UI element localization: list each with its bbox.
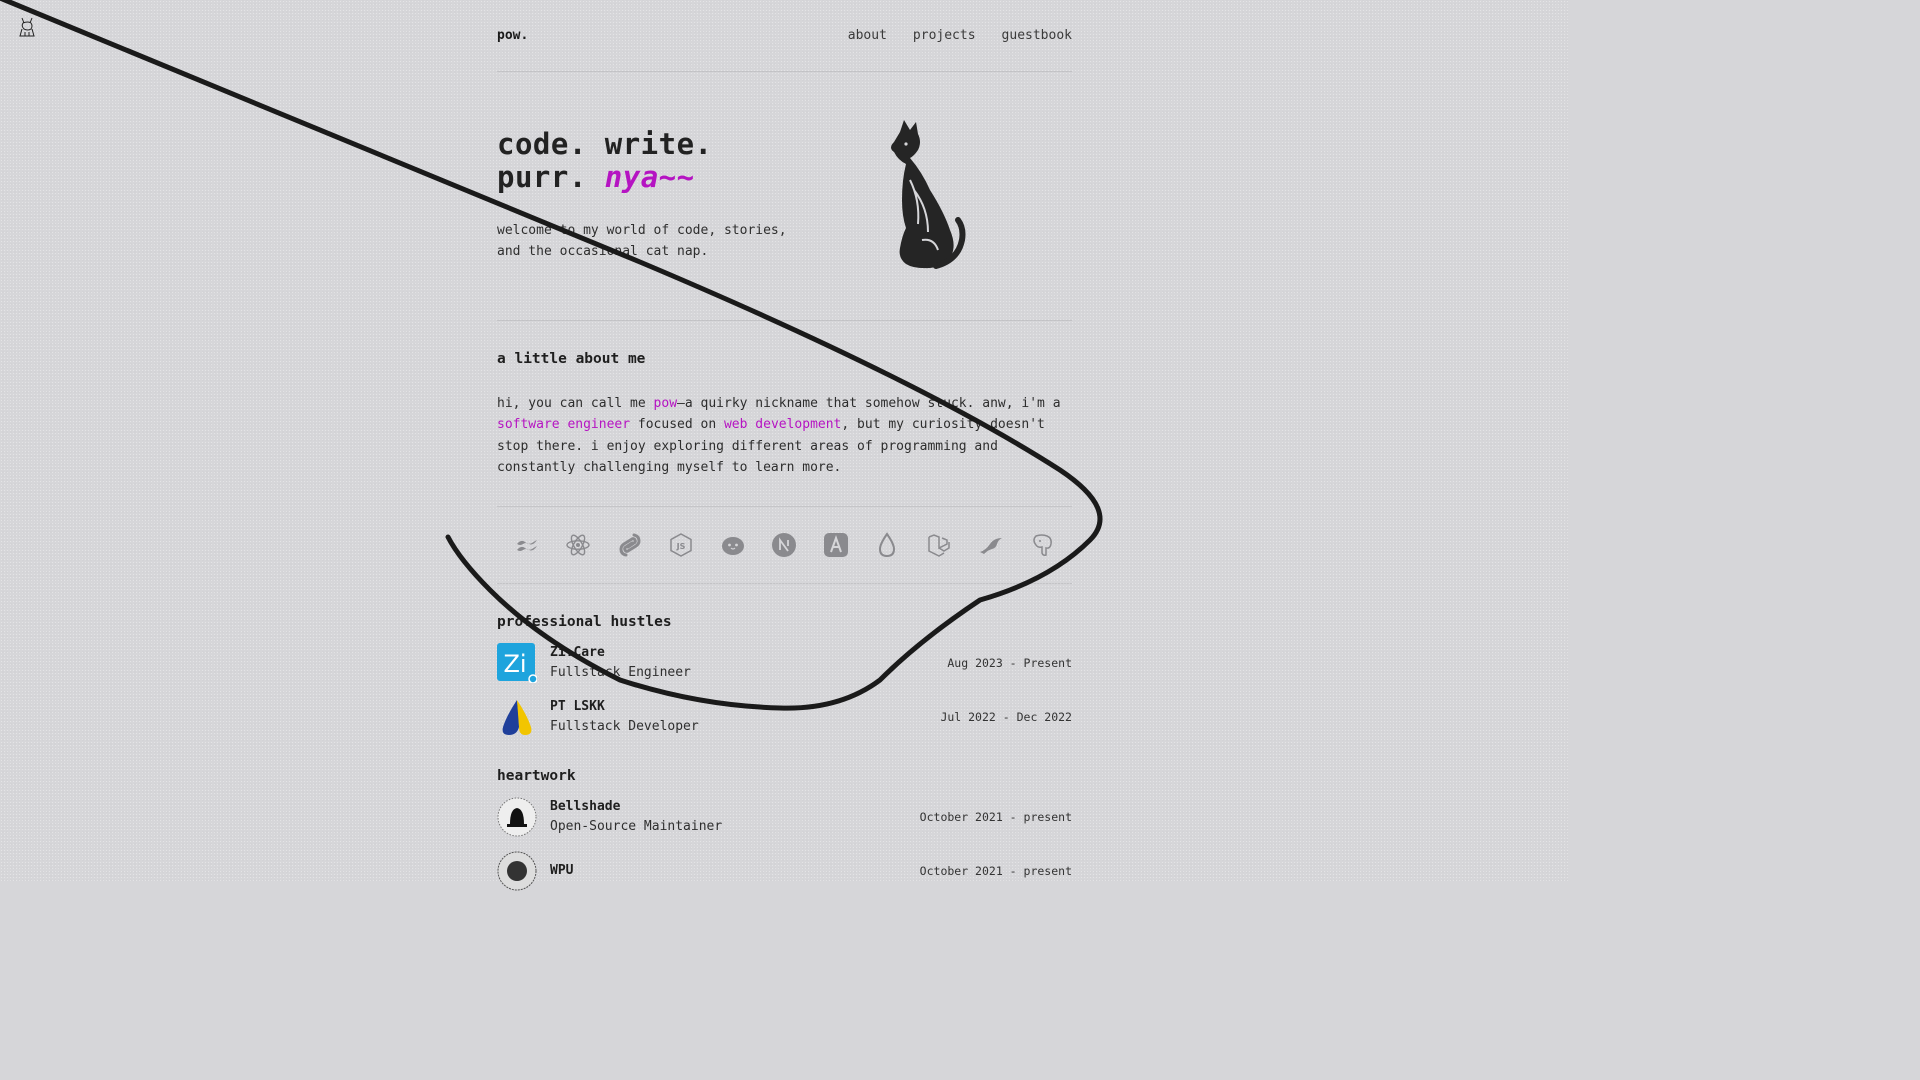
entry-date: October 2021 - present	[919, 864, 1072, 879]
about-heading: a little about me	[497, 351, 646, 367]
postgresql-icon	[1028, 531, 1056, 559]
bun-icon	[719, 531, 747, 559]
drizzle-icon	[873, 531, 901, 559]
entry-date: October 2021 - present	[919, 810, 1072, 825]
entry-date: Jul 2022 - Dec 2022	[940, 710, 1072, 725]
svelte-icon	[616, 531, 644, 559]
nextjs-icon	[770, 531, 798, 559]
entry-role: Open-Source Maintainer	[550, 819, 723, 835]
hero-title: code. write. purr. nya~~	[497, 128, 713, 194]
tech-stack-row: JS	[497, 506, 1072, 585]
cat-outline-icon	[19, 17, 35, 37]
top-nav: pow. about projects guestbook	[497, 0, 1072, 72]
entry-meta: WPU	[550, 861, 573, 881]
laravel-icon	[925, 531, 953, 559]
about-highlight-web-development: web development	[723, 417, 842, 433]
entry-role: Fullstack Engineer	[550, 665, 691, 681]
about-text-2: —a quirky nickname that somehow stuck. a…	[677, 396, 1061, 411]
nav-link-projects[interactable]: projects	[913, 28, 976, 43]
hero-section: code. write. purr. nya~~ welcome to my w…	[497, 72, 1072, 321]
entry-role: Fullstack Developer	[550, 719, 699, 735]
nav-link-guestbook[interactable]: guestbook	[1002, 28, 1072, 43]
wpu-logo	[497, 851, 537, 891]
entry-meta: PT LSKK Fullstack Developer	[550, 697, 699, 737]
about-text-3: focused on	[630, 417, 724, 433]
about-section: a little about me hi, you can call me po…	[497, 351, 1072, 478]
mariadb-icon	[977, 531, 1005, 559]
entry-meta: Zi.Care Fullstack Engineer	[550, 643, 691, 683]
entry-date: Aug 2023 - Present	[947, 656, 1072, 671]
svg-text:JS: JS	[676, 542, 686, 551]
entry-name: Bellshade	[550, 799, 621, 815]
list-item[interactable]: PT LSKK Fullstack Developer Jul 2022 - D…	[497, 690, 1072, 744]
entry-name: WPU	[550, 863, 574, 879]
hero-subtitle: welcome to my world of code, stories, an…	[497, 223, 787, 259]
list-item[interactable]: Bellshade Open-Source Maintainer October…	[497, 790, 1072, 844]
bellshade-logo	[497, 797, 537, 837]
astro-icon	[822, 531, 850, 559]
list-item[interactable]: WPU October 2021 - present	[497, 844, 1072, 898]
about-text-1: hi, you can call me	[497, 396, 654, 411]
about-paragraph: hi, you can call me pow—a quirky nicknam…	[497, 393, 1072, 478]
nav-links: about projects guestbook	[848, 28, 1072, 43]
entry-meta: Bellshade Open-Source Maintainer	[550, 797, 722, 837]
list-item[interactable]: Zi Zi.Care Fullstack Engineer Aug 2023 -…	[497, 636, 1072, 690]
hero-line-2-highlight: nya~~	[604, 160, 695, 194]
svg-text:Zi: Zi	[503, 650, 526, 678]
professional-heading: professional hustles	[497, 614, 672, 631]
heartwork-list: Bellshade Open-Source Maintainer October…	[497, 790, 1072, 898]
brand-logo[interactable]: pow.	[497, 28, 528, 43]
about-highlight-software-engineer: software engineer	[497, 417, 631, 433]
entry-name: Zi.Care	[550, 645, 605, 661]
about-highlight-pow: pow	[653, 396, 678, 411]
page-container: pow. about projects guestbook code. writ…	[497, 0, 1072, 898]
professional-list: Zi Zi.Care Fullstack Engineer Aug 2023 -…	[497, 636, 1072, 744]
nav-link-about[interactable]: about	[848, 28, 887, 43]
tailwind-icon	[513, 531, 541, 559]
heartwork-heading: heartwork	[497, 768, 576, 785]
hero-line-2-prefix: purr.	[497, 160, 587, 194]
entry-name: PT LSKK	[550, 699, 605, 715]
react-icon	[564, 531, 592, 559]
nodejs-icon: JS	[667, 531, 695, 559]
sitting-cat-illustration	[891, 120, 966, 269]
pt-lskk-logo	[502, 700, 532, 736]
hero-line-1: code. write.	[497, 127, 713, 161]
zi-care-logo: Zi	[497, 643, 537, 684]
